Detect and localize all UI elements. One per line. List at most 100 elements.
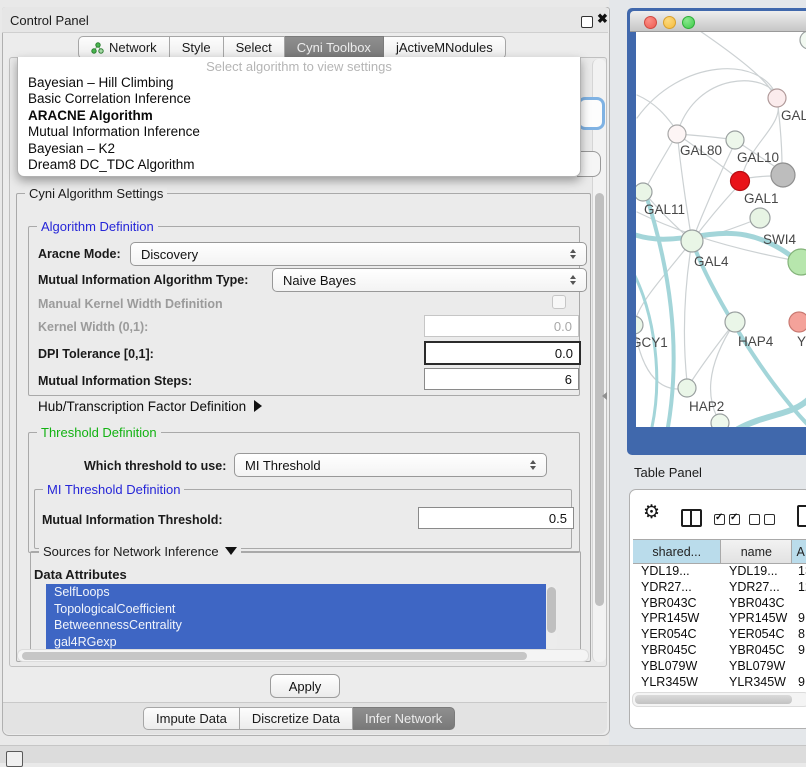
algorithm-item[interactable]: Basic Correlation Inference [18, 91, 580, 107]
network-node[interactable] [636, 183, 652, 201]
aracne-mode-select[interactable]: Discovery [130, 242, 587, 266]
network-node[interactable] [711, 414, 729, 427]
network-edge [692, 147, 733, 241]
sources-legend[interactable]: Sources for Network Inference [39, 544, 241, 559]
node-label: GCY1 [636, 335, 668, 350]
tab-style[interactable]: Style [170, 36, 224, 59]
mi-threshold-label: Mutual Information Threshold: [42, 513, 223, 527]
column-header[interactable]: A [792, 539, 806, 564]
select-all-columns-icon[interactable] [714, 512, 744, 530]
algorithm-item[interactable]: Mutual Information Inference [18, 124, 580, 140]
data-attributes-label: Data Attributes [34, 567, 127, 582]
mi-algorithm-type-select[interactable]: Naive Bayes [272, 268, 587, 292]
algorithm-item[interactable]: ARACNE Algorithm [18, 108, 580, 124]
table-cell: YER054C [633, 627, 723, 643]
network-graph[interactable]: GALGAL80GAL10GAL1GAL11SWI4GAL4GCY1HAP4YH… [636, 32, 806, 427]
mi-steps-label: Mutual Information Steps: [38, 374, 192, 388]
apply-button[interactable]: Apply [270, 674, 340, 698]
split-pane-collapse-icon[interactable] [602, 392, 607, 400]
table-row[interactable]: YLR345WYLR345W9. [633, 675, 806, 691]
gear-icon[interactable]: ⚙ [643, 503, 660, 522]
dpi-tolerance-input[interactable]: 0.0 [424, 341, 581, 365]
network-node[interactable] [731, 172, 750, 191]
table-row[interactable]: YER054CYER054C8. [633, 627, 806, 643]
close-panel-icon[interactable]: ✖ [597, 11, 608, 27]
table-cell: YDL19... [633, 564, 723, 580]
network-node[interactable] [789, 312, 806, 332]
mi-threshold-input[interactable]: 0.5 [418, 507, 574, 529]
kernel-width-input[interactable]: 0.0 [424, 315, 579, 337]
table-row[interactable]: YDL19...YDL19...13 [633, 564, 806, 580]
tab-jactivemnodules[interactable]: jActiveMNodules [384, 36, 506, 59]
algorithm-item[interactable]: Dream8 DC_TDC Algorithm [18, 157, 580, 173]
table-row[interactable]: YBR045CYBR045C9. [633, 643, 806, 659]
node-label: HAP2 [689, 399, 724, 414]
network-node[interactable] [678, 379, 696, 397]
table-row[interactable]: YIL052CYIL052C9 [633, 690, 806, 691]
network-node[interactable] [750, 208, 770, 228]
control-panel-titlebar[interactable] [2, 7, 608, 33]
new-table-icon[interactable] [797, 505, 806, 527]
network-node[interactable] [800, 32, 806, 49]
table-row[interactable]: YBR043CYBR043C [633, 596, 806, 612]
attribute-item[interactable]: BetweennessCentrality [46, 617, 546, 634]
network-node[interactable] [636, 316, 643, 334]
network-edge [684, 241, 692, 382]
network-node[interactable] [768, 89, 786, 107]
attributes-scrollbar-track [546, 584, 557, 650]
attribute-item[interactable]: SelfLoops [46, 584, 546, 601]
inference-algorithm-select-fragment[interactable] [577, 97, 605, 130]
attribute-item[interactable]: TopologicalCoefficient [46, 601, 546, 618]
network-node[interactable] [668, 125, 686, 143]
algorithm-item[interactable]: Bayesian – K2 [18, 141, 580, 157]
table-hscrollbar-thumb[interactable] [635, 695, 792, 704]
cyni-settings-legend: Cyni Algorithm Settings [25, 186, 167, 201]
table-cell: 9. [794, 643, 806, 659]
network-node[interactable] [726, 131, 744, 149]
mi-steps-input[interactable]: 6 [424, 368, 579, 390]
network-edge [677, 81, 777, 134]
table-cell: YBR045C [723, 643, 794, 659]
hub-definition-label: Hub/Transcription Factor Definition [38, 399, 246, 414]
floating-panel-icon[interactable] [6, 751, 23, 767]
manual-kernel-checkbox[interactable] [552, 295, 566, 309]
attributes-scrollbar-thumb[interactable] [547, 587, 556, 633]
tab-network[interactable]: Network [78, 36, 170, 59]
split-columns-icon[interactable] [681, 509, 702, 527]
collapse-arrow-icon [225, 547, 237, 555]
close-traffic-light[interactable] [644, 16, 657, 29]
network-node[interactable] [771, 163, 795, 187]
network-node[interactable] [725, 312, 745, 332]
table-cell: YLR345W [723, 675, 794, 691]
hub-definition-toggle[interactable]: Hub/Transcription Factor Definition [38, 399, 262, 414]
manual-kernel-label: Manual Kernel Width Definition [38, 297, 223, 311]
table-cell [794, 659, 806, 675]
float-panel-icon[interactable] [581, 16, 593, 28]
algorithm-item[interactable]: Bayesian – Hill Climbing [18, 75, 580, 91]
table-cell: 8. [794, 627, 806, 643]
node-label: GAL11 [644, 202, 685, 217]
tab-label: jActiveMNodules [396, 40, 493, 55]
network-node[interactable] [681, 230, 703, 252]
table-row[interactable]: YPR145WYPR145W9. [633, 611, 806, 627]
tab-cyni-toolbox[interactable]: Cyni Toolbox [285, 36, 384, 59]
tab-infer-network[interactable]: Infer Network [353, 707, 455, 730]
tab-select[interactable]: Select [224, 36, 285, 59]
which-threshold-select[interactable]: MI Threshold [234, 453, 547, 477]
column-header[interactable]: name [721, 539, 792, 564]
zoom-traffic-light[interactable] [682, 16, 695, 29]
table-row[interactable]: YBL079WYBL079W [633, 659, 806, 675]
table-row[interactable]: YDR27...YDR27...12 [633, 580, 806, 596]
tab-discretize-data[interactable]: Discretize Data [240, 707, 353, 730]
minimize-traffic-light[interactable] [663, 16, 676, 29]
content-hscrollbar-thumb[interactable] [22, 652, 527, 660]
tab-impute-data[interactable]: Impute Data [143, 707, 240, 730]
deselect-all-columns-icon[interactable] [749, 512, 779, 530]
network-icon [91, 42, 104, 54]
column-header[interactable]: shared... [633, 539, 721, 564]
table-cell [794, 596, 806, 612]
data-attributes-list[interactable]: SelfLoopsTopologicalCoefficientBetweenne… [46, 584, 546, 650]
network-canvas[interactable]: GALGAL80GAL10GAL1GAL11SWI4GAL4GCY1HAP4YH… [636, 32, 806, 427]
table-cell: 9. [794, 675, 806, 691]
attribute-item[interactable]: gal4RGexp [46, 634, 546, 651]
